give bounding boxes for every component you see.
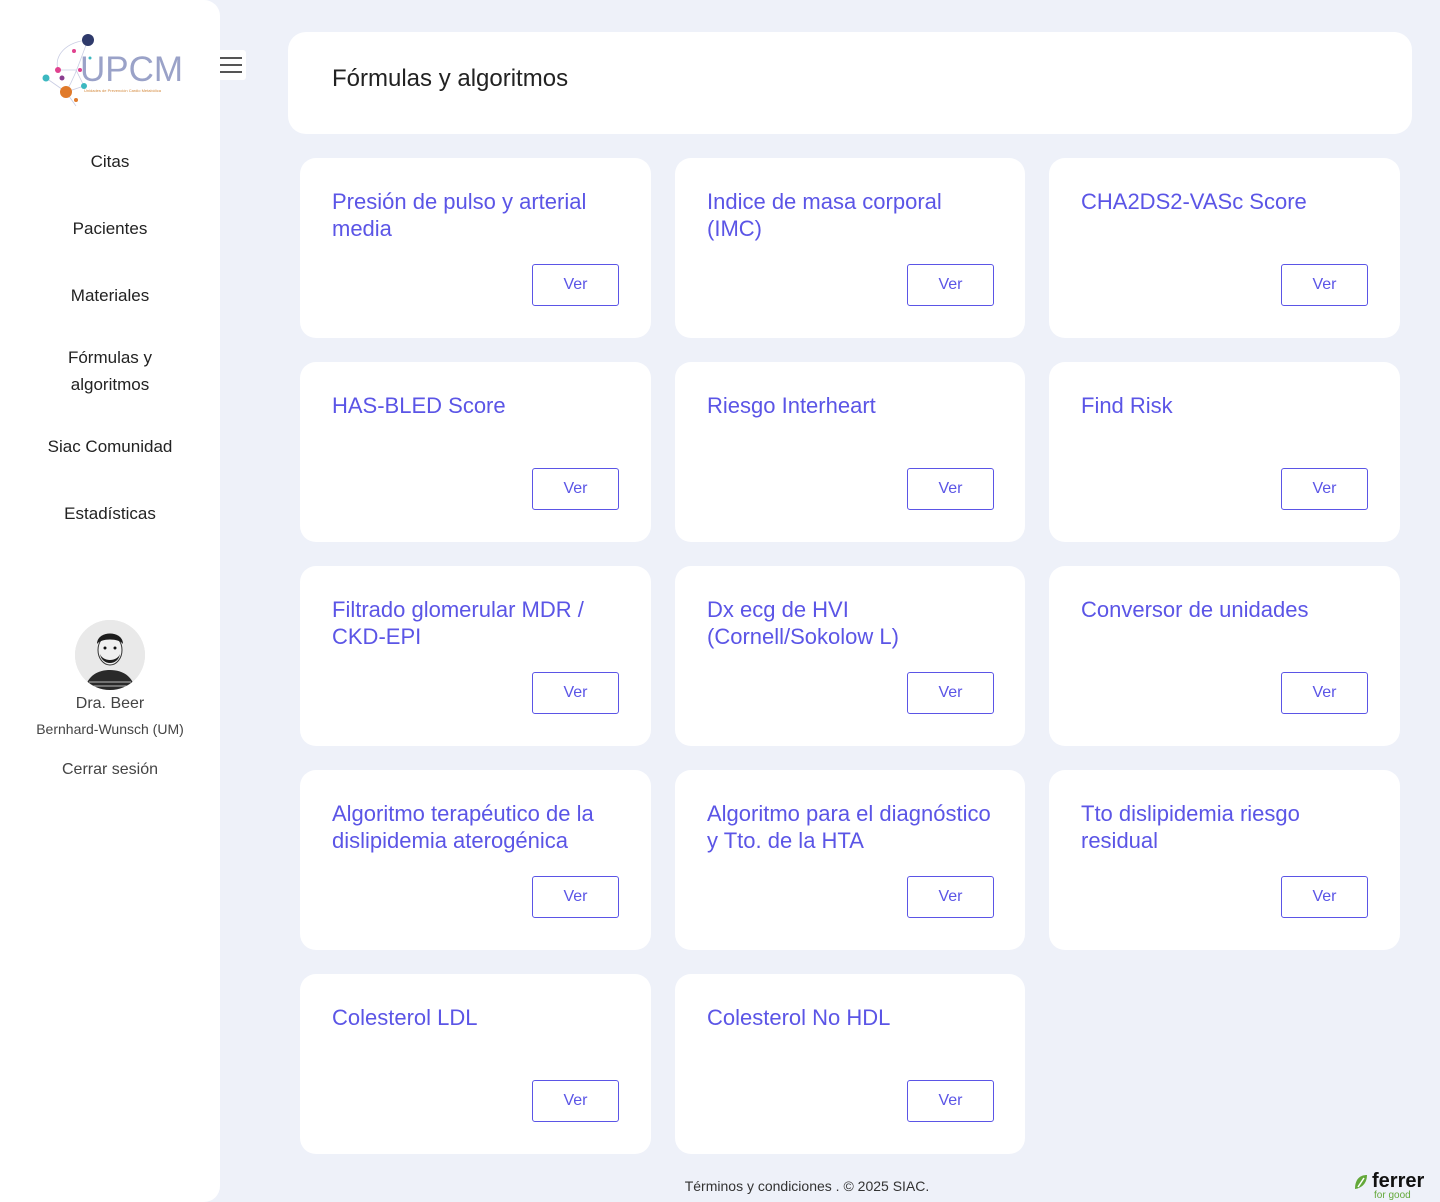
upcm-logo[interactable]: UPCM Unidades de Prevención Cardio Metab… (36, 30, 186, 112)
sidebar-item-citas[interactable]: Citas (0, 143, 220, 180)
ver-button[interactable]: Ver (1281, 264, 1368, 306)
card-title: HAS-BLED Score (332, 393, 506, 418)
formula-card: Conversor de unidades Ver (1049, 566, 1400, 746)
ver-button[interactable]: Ver (532, 672, 619, 714)
card-title: Indice de masa corporal (IMC) (707, 189, 942, 241)
ferrer-logo: ferrer for good (1352, 1170, 1432, 1201)
ver-button[interactable]: Ver (532, 468, 619, 510)
card-title: Conversor de unidades (1081, 597, 1309, 622)
avatar[interactable] (75, 620, 145, 690)
ver-button[interactable]: Ver (907, 1080, 994, 1122)
ver-button[interactable]: Ver (532, 1080, 619, 1122)
sidebar-item-pacientes[interactable]: Pacientes (0, 210, 220, 247)
card-title: Algoritmo para el diagnóstico y Tto. de … (707, 801, 991, 853)
formula-card: Algoritmo terapéutico de la dislipidemia… (300, 770, 651, 950)
footer: Términos y condiciones . © 2025 SIAC. (0, 1178, 1440, 1194)
sidebar-item-formulas[interactable]: Fórmulas y algoritmos (0, 344, 220, 398)
formula-card: Colesterol No HDL Ver (675, 974, 1025, 1154)
ver-button[interactable]: Ver (532, 876, 619, 918)
card-title: Find Risk (1081, 393, 1173, 418)
page-title: Fórmulas y algoritmos (332, 65, 569, 92)
formula-card: Filtrado glomerular MDR / CKD-EPI Ver (300, 566, 651, 746)
card-title: Tto dislipidemia riesgo residual (1081, 801, 1300, 853)
user-institution: Bernhard-Wunsch (UM) (36, 721, 184, 737)
card-title: Filtrado glomerular MDR / CKD-EPI (332, 597, 584, 649)
formula-card: CHA2DS2-VASc Score Ver (1049, 158, 1400, 338)
sidebar: UPCM Unidades de Prevención Cardio Metab… (0, 0, 246, 1202)
formula-card: Find Risk Ver (1049, 362, 1400, 542)
user-panel: Dra. Beer Bernhard-Wunsch (UM) Cerrar se… (0, 620, 220, 779)
sidebar-nav: Citas Pacientes Materiales Fórmulas y al… (0, 140, 220, 532)
formula-card: Dx ecg de HVI (Cornell/Sokolow L) Ver (675, 566, 1025, 746)
card-title: Colesterol LDL (332, 1005, 478, 1030)
sidebar-item-materiales[interactable]: Materiales (0, 277, 220, 314)
ferrer-leaf-icon (1355, 1175, 1367, 1189)
formula-card: Indice de masa corporal (IMC) Ver (675, 158, 1025, 338)
logo-subtitle: Unidades de Prevención Cardio Metabólica (84, 88, 161, 93)
ver-button[interactable]: Ver (532, 264, 619, 306)
ver-button[interactable]: Ver (907, 672, 994, 714)
formula-card: HAS-BLED Score Ver (300, 362, 651, 542)
formula-card: Algoritmo para el diagnóstico y Tto. de … (675, 770, 1025, 950)
formulas-grid: Presión de pulso y arterial media Ver In… (300, 158, 1400, 1154)
ferrer-tagline: for good (1374, 1190, 1411, 1201)
formula-card: Riesgo Interheart Ver (675, 362, 1025, 542)
card-title: Colesterol No HDL (707, 1005, 891, 1030)
ver-button[interactable]: Ver (907, 468, 994, 510)
hamburger-menu-icon[interactable] (216, 50, 246, 80)
ver-button[interactable]: Ver (1281, 876, 1368, 918)
card-title: Riesgo Interheart (707, 393, 876, 418)
card-title: Algoritmo terapéutico de la dislipidemia… (332, 801, 594, 853)
card-title: Presión de pulso y arterial media (332, 189, 587, 241)
card-title: Dx ecg de HVI (Cornell/Sokolow L) (707, 597, 899, 649)
formula-card: Tto dislipidemia riesgo residual Ver (1049, 770, 1400, 950)
user-name: Dra. Beer (75, 695, 145, 712)
logout-link[interactable]: Cerrar sesión (0, 761, 220, 779)
logo-wordmark: UPCM (80, 50, 184, 89)
footer-terms-link[interactable]: Términos y condiciones . © 2025 SIAC. (685, 1178, 930, 1194)
sidebar-item-siac-comunidad[interactable]: Siac Comunidad (0, 428, 220, 465)
sidebar-item-estadisticas[interactable]: Estadísticas (0, 495, 220, 532)
page-header: Fórmulas y algoritmos (288, 32, 1412, 134)
ver-button[interactable]: Ver (907, 876, 994, 918)
avatar-portrait (75, 620, 145, 690)
ver-button[interactable]: Ver (1281, 468, 1368, 510)
formula-card: Colesterol LDL Ver (300, 974, 651, 1154)
ver-button[interactable]: Ver (907, 264, 994, 306)
card-title: CHA2DS2-VASc Score (1081, 189, 1307, 214)
ver-button[interactable]: Ver (1281, 672, 1368, 714)
formula-card: Presión de pulso y arterial media Ver (300, 158, 651, 338)
